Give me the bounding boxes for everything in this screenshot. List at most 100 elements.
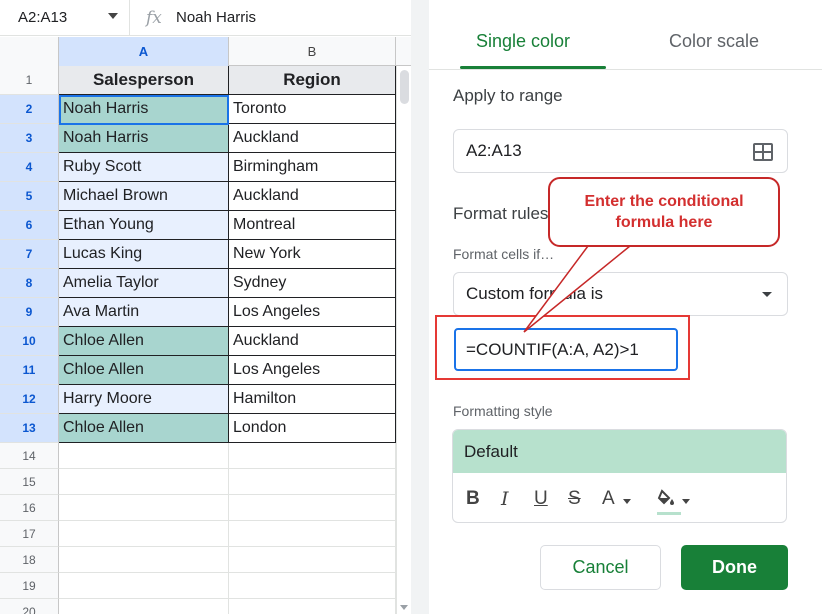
empty-cell[interactable]	[59, 547, 229, 573]
column-header-a[interactable]: A	[59, 37, 229, 66]
cell-salesperson[interactable]: Chloe Allen	[59, 414, 229, 443]
cell-region[interactable]: Birmingham	[229, 153, 396, 182]
cell-salesperson[interactable]: Noah Harris	[59, 95, 229, 124]
row-header[interactable]: 6	[0, 211, 59, 240]
row-header[interactable]: 2	[0, 95, 59, 124]
column-header-b[interactable]: B	[229, 37, 396, 66]
formula-bar-input[interactable]: Noah Harris	[176, 9, 256, 26]
scroll-down-icon[interactable]	[400, 605, 408, 610]
cell-salesperson[interactable]: Ethan Young	[59, 211, 229, 240]
empty-cell[interactable]	[229, 495, 396, 521]
select-all-corner[interactable]	[0, 37, 59, 66]
empty-cell[interactable]	[59, 573, 229, 599]
row-header[interactable]: 20	[0, 599, 59, 614]
row-header[interactable]: 10	[0, 327, 59, 356]
row-header[interactable]: 3	[0, 124, 59, 153]
custom-formula-input[interactable]: =COUNTIF(A:A, A2)>1	[454, 328, 678, 371]
empty-cell[interactable]	[229, 521, 396, 547]
text-color-caret-icon[interactable]	[623, 499, 631, 504]
cell-region[interactable]: Los Angeles	[229, 356, 396, 385]
row-header[interactable]: 4	[0, 153, 59, 182]
cell-region[interactable]: Montreal	[229, 211, 396, 240]
callout-line-2: formula here	[615, 214, 713, 231]
row-header[interactable]: 14	[0, 443, 59, 469]
cell-region[interactable]: Auckland	[229, 124, 396, 153]
fill-color-caret-icon[interactable]	[682, 499, 690, 504]
header-cell-region[interactable]: Region	[229, 66, 396, 95]
cell-salesperson[interactable]: Chloe Allen	[59, 356, 229, 385]
table-row: 8 Amelia Taylor Sydney	[0, 269, 396, 298]
row-header[interactable]: 17	[0, 521, 59, 547]
empty-cell[interactable]	[229, 599, 396, 614]
row-header[interactable]: 1	[0, 66, 59, 95]
cell-region[interactable]: Sydney	[229, 269, 396, 298]
empty-cell[interactable]	[229, 469, 396, 495]
row-header[interactable]: 8	[0, 269, 59, 298]
empty-cell[interactable]	[59, 521, 229, 547]
format-cells-if-label: Format cells if…	[453, 246, 555, 262]
cell-region[interactable]: Hamilton	[229, 385, 396, 414]
cell-salesperson[interactable]: Chloe Allen	[59, 327, 229, 356]
cell-salesperson[interactable]: Ava Martin	[59, 298, 229, 327]
style-preset-dropdown[interactable]: Default	[453, 430, 786, 473]
row-header[interactable]: 9	[0, 298, 59, 327]
row-header[interactable]: 11	[0, 356, 59, 385]
scrollbar-thumb[interactable]	[400, 70, 409, 104]
row-header[interactable]: 16	[0, 495, 59, 521]
cell-region[interactable]: London	[229, 414, 396, 443]
empty-row: 16	[0, 495, 396, 521]
table-row: 2 Noah Harris Toronto	[0, 95, 396, 124]
strikethrough-button[interactable]: S	[568, 488, 581, 510]
header-cell-salesperson[interactable]: Salesperson	[59, 66, 229, 95]
empty-cell[interactable]	[59, 599, 229, 614]
empty-cell[interactable]	[229, 443, 396, 469]
row-header[interactable]: 15	[0, 469, 59, 495]
vertical-scrollbar[interactable]	[396, 66, 411, 614]
empty-cell[interactable]	[229, 573, 396, 599]
row-header[interactable]: 18	[0, 547, 59, 573]
panel-tabs: Single color Color scale	[429, 0, 822, 70]
empty-cell[interactable]	[59, 443, 229, 469]
formatting-style-label: Formatting style	[453, 403, 553, 419]
empty-cell[interactable]	[59, 469, 229, 495]
text-color-button[interactable]: A	[602, 488, 615, 510]
name-box-dropdown-icon[interactable]	[108, 12, 118, 19]
italic-button[interactable]: I	[501, 488, 509, 510]
cell-salesperson[interactable]: Noah Harris	[59, 124, 229, 153]
row-header[interactable]: 19	[0, 573, 59, 599]
cell-region[interactable]: Toronto	[229, 95, 396, 124]
empty-row: 14	[0, 443, 396, 469]
cell-salesperson[interactable]: Amelia Taylor	[59, 269, 229, 298]
tab-color-scale[interactable]: Color scale	[669, 31, 759, 52]
cancel-button[interactable]: Cancel	[540, 545, 661, 590]
cell-salesperson[interactable]: Michael Brown	[59, 182, 229, 211]
row-header[interactable]: 13	[0, 414, 59, 443]
tab-single-color[interactable]: Single color	[476, 31, 570, 52]
empty-row: 18	[0, 547, 396, 573]
empty-cell[interactable]	[59, 495, 229, 521]
cell-salesperson[interactable]: Lucas King	[59, 240, 229, 269]
cell-region[interactable]: Los Angeles	[229, 298, 396, 327]
row-header[interactable]: 12	[0, 385, 59, 414]
fill-color-icon[interactable]	[656, 487, 680, 511]
cell-salesperson[interactable]: Harry Moore	[59, 385, 229, 414]
done-button[interactable]: Done	[681, 545, 788, 590]
cell-region[interactable]: Auckland	[229, 182, 396, 211]
style-toolbar: B I U S A	[453, 473, 786, 522]
cell-region[interactable]: Auckland	[229, 327, 396, 356]
condition-dropdown[interactable]: Custom formula is	[453, 272, 788, 316]
bold-button[interactable]: B	[466, 488, 480, 510]
name-box[interactable]: A2:A13	[0, 0, 130, 36]
row-header[interactable]: 5	[0, 182, 59, 211]
table-row: 11 Chloe Allen Los Angeles	[0, 356, 396, 385]
underline-button[interactable]: U	[534, 488, 548, 510]
table-row: 9 Ava Martin Los Angeles	[0, 298, 396, 327]
select-range-icon[interactable]	[753, 143, 773, 161]
table-row: 7 Lucas King New York	[0, 240, 396, 269]
range-input[interactable]: A2:A13	[453, 129, 788, 173]
table-row: 5 Michael Brown Auckland	[0, 182, 396, 211]
empty-cell[interactable]	[229, 547, 396, 573]
row-header[interactable]: 7	[0, 240, 59, 269]
cell-salesperson[interactable]: Ruby Scott	[59, 153, 229, 182]
cell-region[interactable]: New York	[229, 240, 396, 269]
